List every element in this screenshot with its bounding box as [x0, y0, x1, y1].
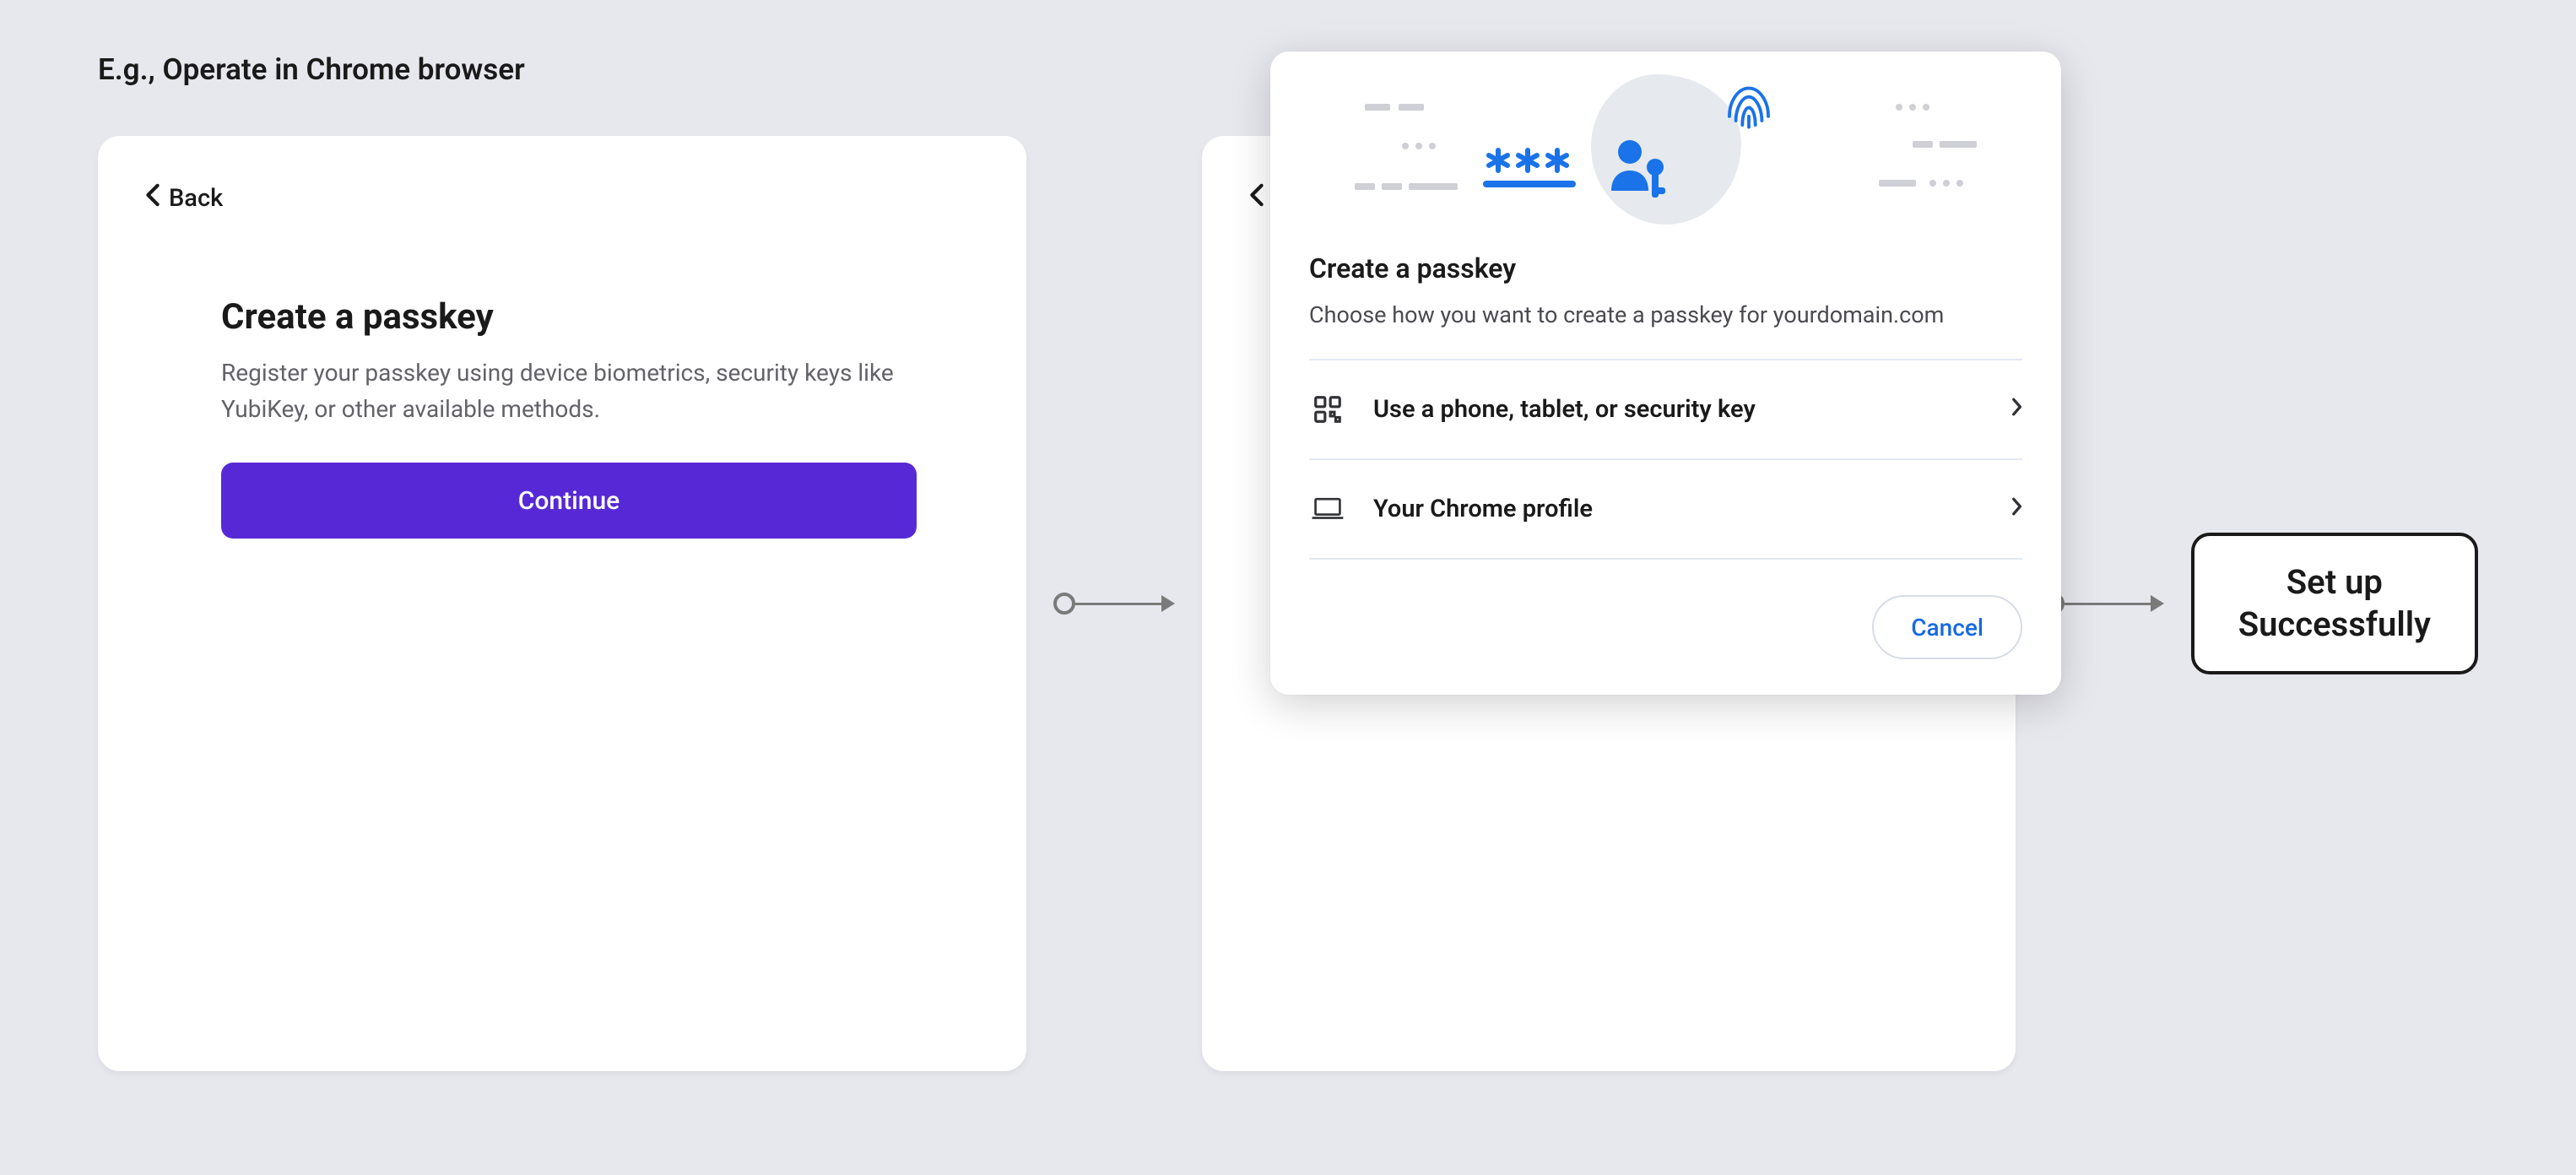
cancel-button[interactable]: Cancel — [1872, 595, 2022, 659]
step1-card: Back Create a passkey Register your pass… — [98, 136, 1026, 1071]
fingerprint-icon — [1714, 71, 1783, 140]
option-list: Use a phone, tablet, or security key — [1309, 359, 2022, 560]
dialog-domain: yourdomain.com — [1773, 301, 1945, 328]
option-chrome-profile[interactable]: Your Chrome profile — [1309, 460, 2022, 560]
passkey-asterisks-icon — [1481, 135, 1718, 219]
dialog-subtitle: Choose how you want to create a passkey … — [1309, 301, 2022, 328]
continue-button[interactable]: Continue — [221, 463, 917, 539]
chevron-right-icon — [2010, 497, 2022, 521]
laptop-icon — [1309, 495, 1346, 523]
option-label: Your Chrome profile — [1373, 495, 1983, 523]
dialog-subtitle-prefix: Choose how you want to create a passkey … — [1309, 301, 1773, 328]
dialog-hero — [1270, 51, 2061, 247]
back-label: Back — [169, 184, 223, 213]
step2-wrap: B — [1202, 136, 2016, 1071]
cancel-label: Cancel — [1911, 614, 1983, 642]
chevron-right-icon — [2010, 398, 2022, 421]
continue-label: Continue — [518, 486, 620, 516]
step1-title: Create a passkey — [221, 296, 903, 338]
chevron-left-icon — [145, 183, 160, 214]
chrome-passkey-dialog: Create a passkey Choose how you want to … — [1270, 51, 2061, 695]
back-button[interactable]: Back — [145, 183, 223, 214]
step3-badge: Set up Successfully — [2191, 533, 2478, 674]
step3-line1: Set up — [2238, 561, 2431, 604]
step3-line2: Successfully — [2238, 604, 2431, 646]
dialog-title: Create a passkey — [1309, 252, 2022, 284]
arrow-1 — [1053, 593, 1175, 615]
flow-row: Back Create a passkey Register your pass… — [98, 136, 2478, 1071]
qr-icon — [1309, 393, 1346, 425]
step1-description: Register your passkey using device biome… — [221, 355, 903, 427]
hero-blob — [1591, 74, 1741, 225]
option-phone-tablet-key[interactable]: Use a phone, tablet, or security key — [1309, 360, 2022, 460]
option-label: Use a phone, tablet, or security key — [1373, 395, 1983, 424]
chevron-left-icon — [1249, 183, 1264, 214]
